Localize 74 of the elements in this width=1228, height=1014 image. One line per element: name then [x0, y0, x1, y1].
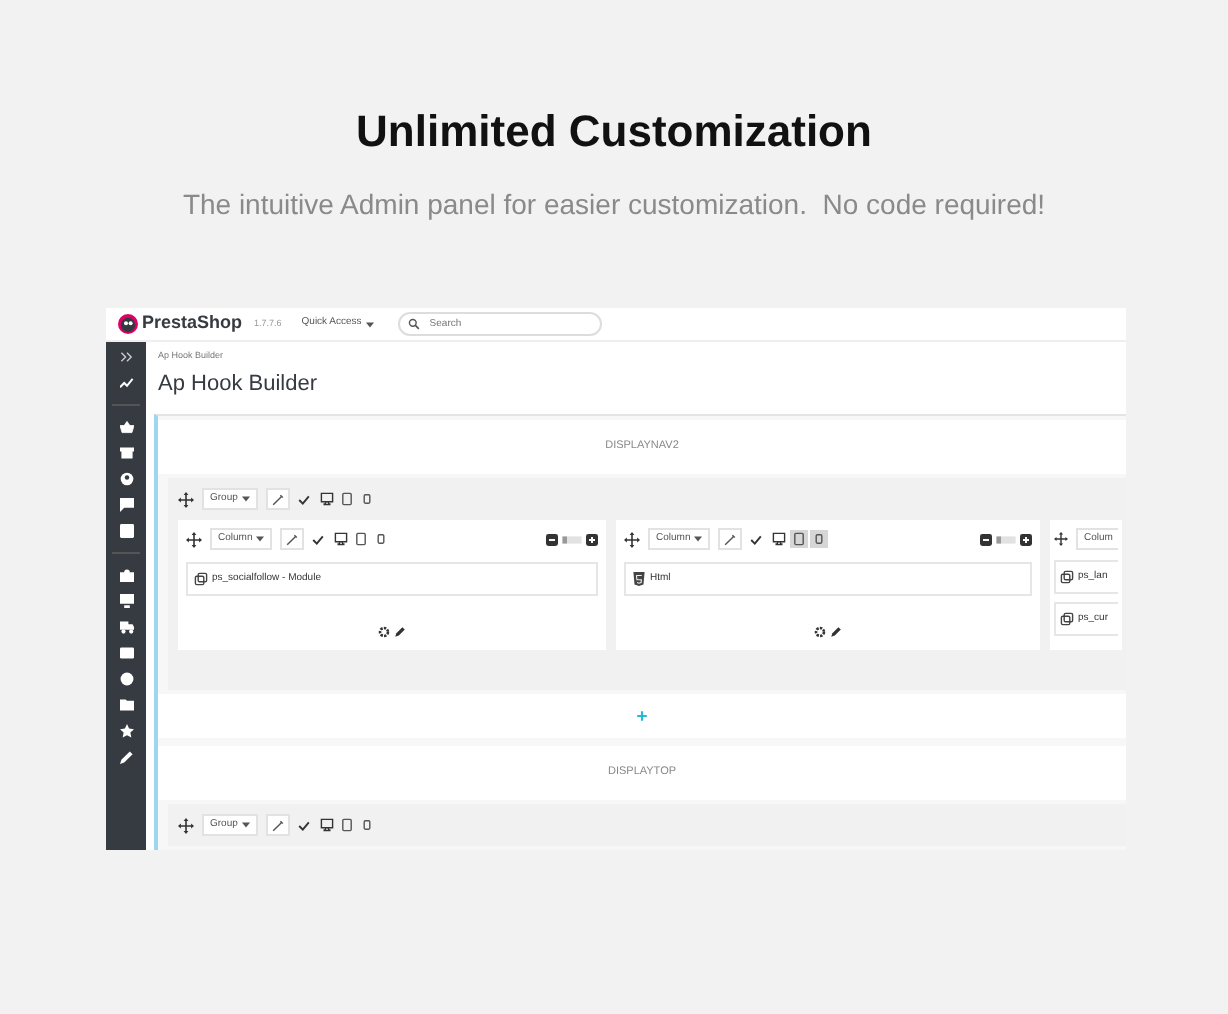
subtitle: The intuitive Admin panel for easier customization. No code required! [180, 186, 1048, 222]
copy-icon [194, 571, 208, 586]
copy-icon [1060, 569, 1074, 584]
chat-icon[interactable] [119, 498, 133, 512]
tablet-icon [339, 492, 354, 507]
move-icon[interactable] [1054, 532, 1068, 547]
phone-button[interactable] [810, 530, 829, 549]
check-icon[interactable] [312, 533, 325, 546]
tablet-button[interactable] [352, 530, 371, 549]
desktop-button[interactable] [332, 530, 351, 549]
pencil-icon[interactable] [830, 625, 842, 638]
plus-icon[interactable] [586, 533, 598, 546]
phone-icon [359, 492, 374, 507]
minus-icon[interactable] [546, 533, 558, 546]
desktop-button[interactable] [770, 530, 789, 549]
logo-icon [118, 314, 138, 334]
settings-icon[interactable] [378, 625, 390, 638]
desktop-icon [772, 532, 787, 547]
logo-text: PrestaShop [142, 310, 243, 337]
caret-icon [694, 536, 703, 543]
desktop-icon [319, 818, 334, 833]
width-bar-icon [562, 533, 582, 546]
desktop-button[interactable] [317, 816, 336, 835]
copy-icon [1060, 611, 1074, 626]
phone-icon [359, 818, 374, 833]
page-title: Ap Hook Builder [156, 369, 319, 398]
edit-button[interactable] [280, 528, 305, 551]
headline: Unlimited Customization [354, 104, 874, 160]
move-icon[interactable] [186, 531, 202, 548]
edit-button[interactable] [265, 814, 290, 837]
tablet-button[interactable] [790, 530, 809, 549]
tablet-button[interactable] [337, 816, 356, 835]
chart-icon[interactable] [119, 376, 133, 390]
pencil-icon[interactable] [394, 625, 406, 638]
minus-icon[interactable] [980, 533, 992, 546]
edit-button[interactable] [265, 488, 290, 511]
move-icon[interactable] [178, 817, 194, 834]
desktop-icon [319, 492, 334, 507]
truck-icon[interactable] [119, 620, 133, 634]
wand-icon [724, 533, 737, 546]
tablet-button[interactable] [337, 490, 356, 509]
phone-icon [374, 532, 389, 547]
folder-icon[interactable] [119, 698, 133, 712]
phone-button[interactable] [372, 530, 391, 549]
desktop-button[interactable] [317, 490, 336, 509]
tablet-icon [792, 532, 807, 547]
move-icon[interactable] [178, 491, 194, 508]
search-icon [407, 318, 420, 330]
plus-icon[interactable] [1020, 533, 1032, 546]
width-bar-icon [996, 533, 1016, 546]
caret-icon [365, 321, 374, 327]
basket-icon[interactable] [119, 420, 133, 434]
pen-icon[interactable] [119, 750, 133, 764]
caret-icon [256, 536, 265, 543]
desktop-icon [334, 532, 349, 547]
html5-icon [632, 571, 646, 586]
expand-icon[interactable] [119, 350, 133, 364]
wand-icon [271, 493, 284, 506]
check-icon[interactable] [750, 533, 763, 546]
settings-icon[interactable] [814, 625, 826, 638]
edit-button[interactable] [718, 528, 743, 551]
tablet-icon [339, 818, 354, 833]
tablet-icon [354, 532, 369, 547]
user-icon[interactable] [119, 472, 133, 486]
caret-icon [241, 822, 250, 829]
monitor-icon[interactable] [119, 594, 133, 608]
caret-icon [241, 496, 250, 503]
wand-icon [271, 819, 284, 832]
star-icon[interactable] [119, 724, 133, 738]
wand-icon [286, 533, 299, 546]
check-icon[interactable] [297, 819, 310, 832]
phone-icon [812, 532, 827, 547]
check-icon[interactable] [297, 493, 310, 506]
move-icon[interactable] [624, 531, 640, 548]
